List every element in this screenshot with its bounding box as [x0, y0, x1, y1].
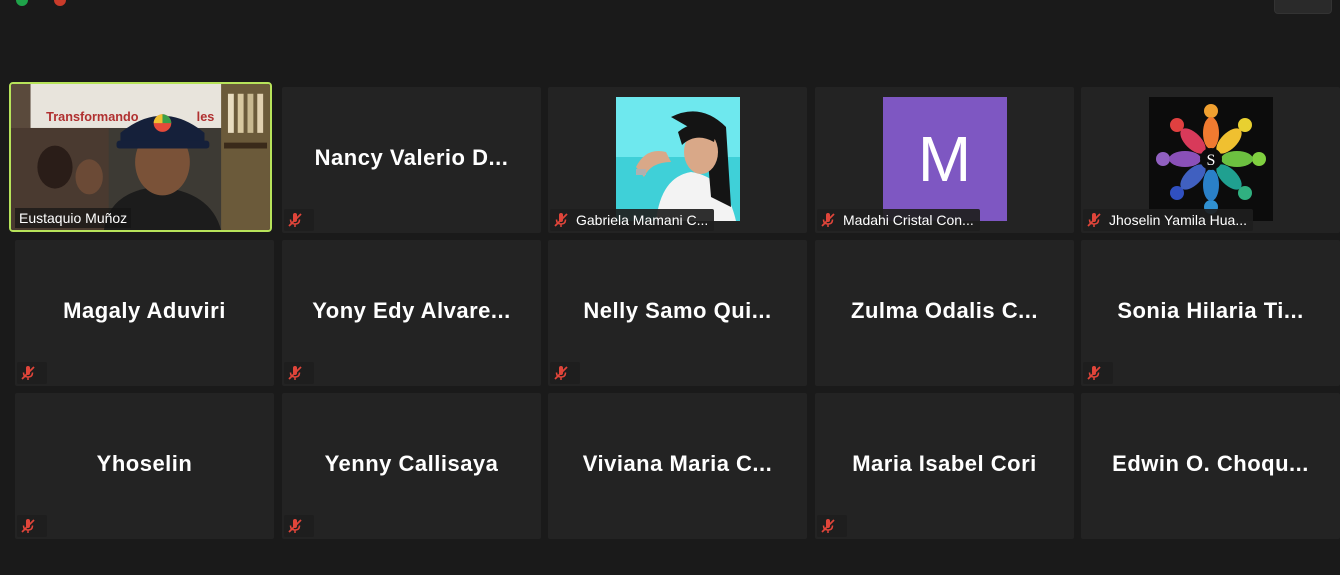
muted-badge	[284, 209, 314, 231]
participant-tile[interactable]: Yenny Callisaya	[282, 393, 541, 539]
muted-badge: Madahi Cristal Con...	[817, 209, 980, 231]
muted-badge	[817, 515, 847, 537]
muted-badge: Jhoselin Yamila Hua...	[1083, 209, 1253, 231]
participant-photo	[615, 97, 740, 221]
participant-tile[interactable]: Sonia Hilaria Ti...	[1081, 240, 1340, 386]
muted-badge	[1083, 362, 1113, 384]
participant-name-label: Madahi Cristal Con...	[843, 212, 974, 228]
red-indicator-icon[interactable]	[54, 0, 66, 6]
participant-tile-eustaquio[interactable]: Transformando les Eustaquio Muñoz	[9, 82, 272, 232]
participant-tile[interactable]: M Madahi Cristal Con...	[815, 87, 1074, 233]
logo-avatar: S	[1148, 97, 1273, 221]
green-indicator-icon[interactable]	[16, 0, 28, 6]
window-indicators	[16, 0, 66, 6]
participant-tile[interactable]: Maria Isabel Cori	[815, 393, 1074, 539]
mic-muted-icon	[821, 519, 835, 533]
participant-tile[interactable]: S Jhoselin Yamila Hua...	[1081, 87, 1340, 233]
muted-badge: Gabriela Mamani C...	[550, 209, 715, 231]
svg-text:les: les	[197, 110, 215, 124]
muted-badge	[550, 362, 580, 384]
participant-tile[interactable]: Nelly Samo Qui...	[548, 240, 807, 386]
participant-name: Sonia Hilaria Ti...	[1117, 298, 1304, 323]
participant-tile[interactable]: Gabriela Mamani C...	[548, 87, 807, 233]
participant-name: Edwin O. Choqu...	[1112, 451, 1309, 476]
mic-muted-icon	[288, 519, 302, 533]
participant-tile[interactable]: Zulma Odalis C...	[815, 240, 1074, 386]
participant-name: Zulma Odalis C...	[851, 298, 1038, 323]
participant-name-label: Eustaquio Muñoz	[15, 208, 132, 228]
mic-muted-icon	[1087, 366, 1101, 380]
participant-tile[interactable]: Viviana Maria C...	[548, 393, 807, 539]
mic-muted-icon	[21, 366, 35, 380]
participant-name: Yhoselin	[96, 451, 193, 476]
participant-tile[interactable]: Nancy Valerio D...	[282, 87, 541, 233]
participant-tile[interactable]: Edwin O. Choqu...	[1081, 393, 1340, 539]
mic-muted-icon	[288, 213, 302, 227]
zoom-gallery-view: Transformando les Eustaquio Muñoz Nancy …	[0, 0, 1340, 575]
muted-badge	[17, 362, 47, 384]
participant-name: Yony Edy Alvare...	[312, 298, 511, 323]
video-banner-text: Transformando	[46, 110, 139, 124]
participant-name: Nancy Valerio D...	[314, 145, 509, 170]
mic-muted-icon	[288, 366, 302, 380]
participant-name: Nelly Samo Qui...	[583, 298, 772, 323]
mic-muted-icon	[821, 213, 835, 227]
participant-name-label: Gabriela Mamani C...	[576, 212, 709, 228]
avatar-letter: M	[917, 123, 972, 195]
participant-tile[interactable]: Yony Edy Alvare...	[282, 240, 541, 386]
view-toggle-button[interactable]	[1274, 0, 1332, 14]
participant-name: Viviana Maria C...	[582, 451, 773, 476]
participant-tile[interactable]: Yhoselin	[15, 393, 274, 539]
mic-muted-icon	[554, 366, 568, 380]
muted-badge	[17, 515, 47, 537]
participant-name: Maria Isabel Cori	[852, 451, 1037, 476]
letter-avatar: M	[882, 97, 1007, 221]
mic-muted-icon	[21, 519, 35, 533]
muted-badge	[284, 362, 314, 384]
participant-tile[interactable]: Magaly Aduviri	[15, 240, 274, 386]
participant-name: Yenny Callisaya	[324, 451, 499, 476]
participant-name: Magaly Aduviri	[63, 298, 226, 323]
mic-muted-icon	[554, 213, 568, 227]
mic-muted-icon	[1087, 213, 1101, 227]
muted-badge	[284, 515, 314, 537]
participant-name-label: Jhoselin Yamila Hua...	[1109, 212, 1247, 228]
logo-letter: S	[1206, 152, 1215, 169]
